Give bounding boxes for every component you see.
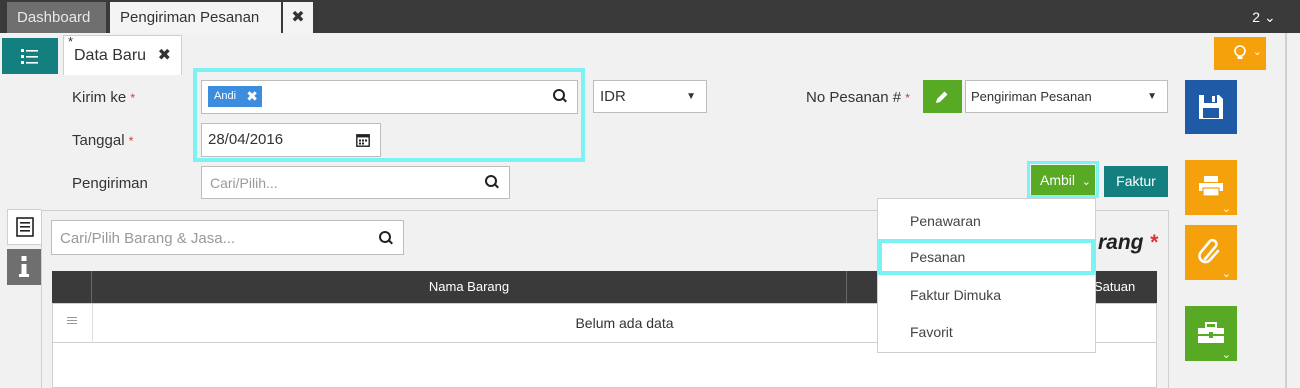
- paperclip-icon: [1198, 238, 1220, 264]
- menu-item-faktur-dimuka[interactable]: Faktur Dimuka: [878, 277, 1095, 313]
- chevron-down-icon: ⌄: [1252, 46, 1262, 58]
- remove-chip-icon[interactable]: ✖: [246, 86, 258, 107]
- chevron-down-icon: ⌄: [1081, 176, 1091, 188]
- pengiriman-placeholder: Cari/Pilih...: [210, 175, 278, 191]
- section-title: rang *: [1098, 231, 1158, 254]
- pencil-icon: [936, 91, 948, 103]
- customer-chip[interactable]: Andi ✖: [208, 86, 262, 107]
- list-icon: [21, 49, 38, 64]
- tanggal-label: Tanggal *: [72, 132, 134, 149]
- currency-select[interactable]: IDR ▼: [593, 80, 707, 113]
- item-search-input[interactable]: Cari/Pilih Barang & Jasa...: [51, 220, 404, 255]
- subtab-data-baru[interactable]: * Data Baru ✖: [63, 34, 182, 76]
- menu-item-favorit[interactable]: Favorit: [878, 314, 1095, 350]
- item-search-placeholder: Cari/Pilih Barang & Jasa...: [60, 230, 236, 247]
- chevron-down-icon: ⌄: [1221, 203, 1231, 215]
- tab-pengiriman-pesanan[interactable]: Pengiriman Pesanan: [110, 2, 281, 33]
- dropdown-arrow-icon: ▼: [1147, 91, 1157, 102]
- column-nama-barang[interactable]: Nama Barang: [92, 271, 846, 303]
- no-pesanan-label: No Pesanan # *: [806, 89, 910, 106]
- tools-button[interactable]: ⌄: [1185, 306, 1237, 361]
- currency-value: IDR: [600, 88, 626, 105]
- no-pesanan-type-select[interactable]: Pengiriman Pesanan ▼: [965, 80, 1168, 113]
- right-divider: [1285, 33, 1287, 388]
- list-menu-button[interactable]: [2, 38, 58, 74]
- document-list-icon: [16, 217, 34, 237]
- pengiriman-input[interactable]: Cari/Pilih...: [201, 166, 510, 199]
- kirim-ke-label: Kirim ke *: [72, 89, 136, 106]
- chevron-down-icon: ⌄: [1221, 268, 1231, 280]
- pengiriman-label: Pengiriman: [72, 175, 148, 192]
- tab-dashboard[interactable]: Dashboard: [7, 2, 106, 33]
- close-subtab-icon[interactable]: ✖: [158, 36, 171, 76]
- edit-number-button[interactable]: [923, 80, 962, 113]
- floppy-disk-icon: [1199, 95, 1223, 119]
- faktur-button[interactable]: Faktur: [1104, 166, 1168, 197]
- dropdown-arrow-icon: ▼: [686, 91, 696, 102]
- info-tab[interactable]: [7, 249, 41, 285]
- detail-list-tab[interactable]: [7, 209, 41, 245]
- lightbulb-icon: [1234, 45, 1246, 59]
- menu-item-pesanan[interactable]: Pesanan: [878, 239, 1095, 275]
- ambil-button[interactable]: Ambil ⌄: [1031, 165, 1095, 195]
- modified-marker: *: [68, 34, 74, 49]
- toolbox-icon: [1198, 322, 1224, 343]
- print-button[interactable]: ⌄: [1185, 160, 1237, 215]
- calendar-icon[interactable]: [356, 133, 370, 147]
- save-button[interactable]: [1185, 80, 1237, 134]
- tips-button[interactable]: ⌄: [1214, 37, 1266, 70]
- ambil-dropdown-menu: Penawaran Pesanan Faktur Dimuka Favorit: [877, 198, 1096, 353]
- search-icon[interactable]: [379, 231, 393, 245]
- tanggal-value: 28/04/2016: [208, 131, 284, 148]
- info-icon: [19, 256, 29, 277]
- printer-icon: [1199, 176, 1223, 197]
- window-counter[interactable]: 2 ⌄: [1244, 2, 1284, 33]
- attachment-button[interactable]: ⌄: [1185, 225, 1237, 280]
- search-icon[interactable]: [485, 175, 499, 189]
- no-pesanan-type-value: Pengiriman Pesanan: [971, 89, 1092, 104]
- subtab-label: Data Baru: [74, 47, 147, 64]
- search-icon[interactable]: [553, 89, 567, 103]
- tanggal-input[interactable]: 28/04/2016: [201, 123, 381, 157]
- column-satuan[interactable]: Satuan: [1094, 271, 1135, 303]
- menu-item-penawaran[interactable]: Penawaran: [878, 203, 1095, 239]
- close-tab-icon[interactable]: ✖: [283, 2, 313, 33]
- chevron-down-icon: ⌄: [1221, 349, 1231, 361]
